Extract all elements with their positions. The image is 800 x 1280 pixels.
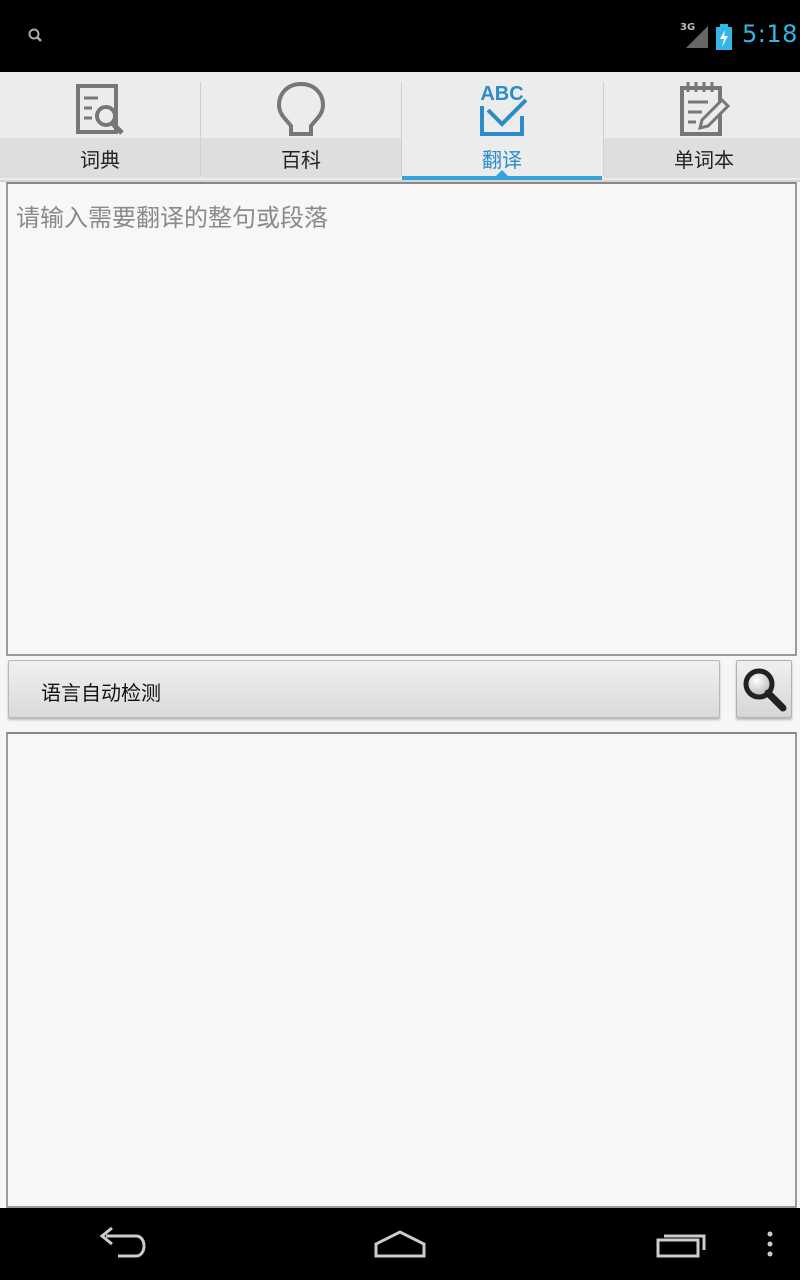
translate-input-placeholder: 请输入需要翻译的整句或段落 <box>16 204 328 232</box>
notepad-pencil-icon <box>680 82 731 136</box>
language-selector-button[interactable]: 语言自动检测 <box>8 660 720 718</box>
status-bar: 3G 5:18 <box>0 0 800 72</box>
translate-output[interactable] <box>6 732 797 1208</box>
translate-search-button[interactable] <box>736 660 792 718</box>
tab-vocabulary-book[interactable]: 单词本 <box>604 72 800 178</box>
active-tab-indicator <box>402 176 602 180</box>
battery-charging-icon <box>716 24 732 50</box>
abc-check-icon: ABC <box>480 83 528 136</box>
tab-label: 百科 <box>281 148 321 172</box>
tab-dictionary[interactable]: 词典 <box>0 72 200 178</box>
search-icon <box>28 28 42 42</box>
clock: 5:18 <box>742 20 798 48</box>
recent-apps-icon[interactable] <box>652 1222 712 1266</box>
tab-translate[interactable]: ABC 翻译 <box>402 72 602 180</box>
translate-input[interactable]: 请输入需要翻译的整句或段落 <box>6 182 797 656</box>
lightbulb-icon <box>276 81 326 136</box>
navigation-bar <box>0 1208 800 1280</box>
tab-bar: 词典 百科 ABC 翻译 单词本 <box>0 72 800 182</box>
tab-label: 词典 <box>80 148 120 172</box>
language-selector-label: 语言自动检测 <box>41 681 161 705</box>
overflow-menu-icon[interactable] <box>762 1222 778 1266</box>
svg-text:ABC: ABC <box>480 83 523 105</box>
home-icon[interactable] <box>370 1222 430 1266</box>
dictionary-search-icon <box>76 84 124 135</box>
tab-label: 翻译 <box>482 148 522 172</box>
back-icon[interactable] <box>92 1222 148 1266</box>
tab-label: 单词本 <box>674 148 734 172</box>
tab-encyclopedia[interactable]: 百科 <box>201 72 401 178</box>
magnifier-icon <box>743 668 787 712</box>
signal-icon <box>686 26 708 48</box>
